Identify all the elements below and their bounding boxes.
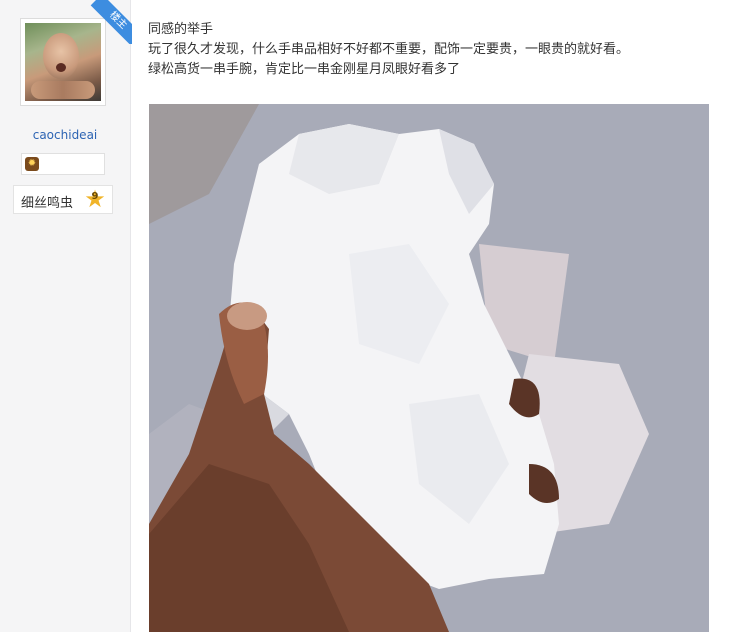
member-title-badge: 细丝鸣虫 ★ 9 [13,185,113,214]
member-level-number: 9 [91,191,99,202]
op-badge-label: 楼主 [90,0,132,44]
op-badge: 楼主 [88,0,132,44]
level-badge-icon: ✹ [25,157,39,171]
photo-white-rock-in-hand [149,104,709,632]
post-line-1: 同感的举手 [148,22,214,37]
username-link[interactable]: caochideai [0,128,130,142]
user-sidebar: 楼主 caochideai ✹ 细丝鸣虫 ★ 9 [0,0,132,632]
post-line-2: 玩了很久才发现，什么手串品相好不好都不重要，配饰一定要贵，一眼贵的就好看。 [148,42,630,57]
post-content: 同感的举手 玩了很久才发现，什么手串品相好不好都不重要，配饰一定要贵，一眼贵的就… [148,20,728,80]
post-line-3: 绿松高货一串手腕，肯定比一串金刚星月凤眼好看多了 [148,62,461,77]
level-bar: ✹ [21,153,105,175]
post-image[interactable] [149,104,709,632]
member-title: 细丝鸣虫 [21,196,74,211]
